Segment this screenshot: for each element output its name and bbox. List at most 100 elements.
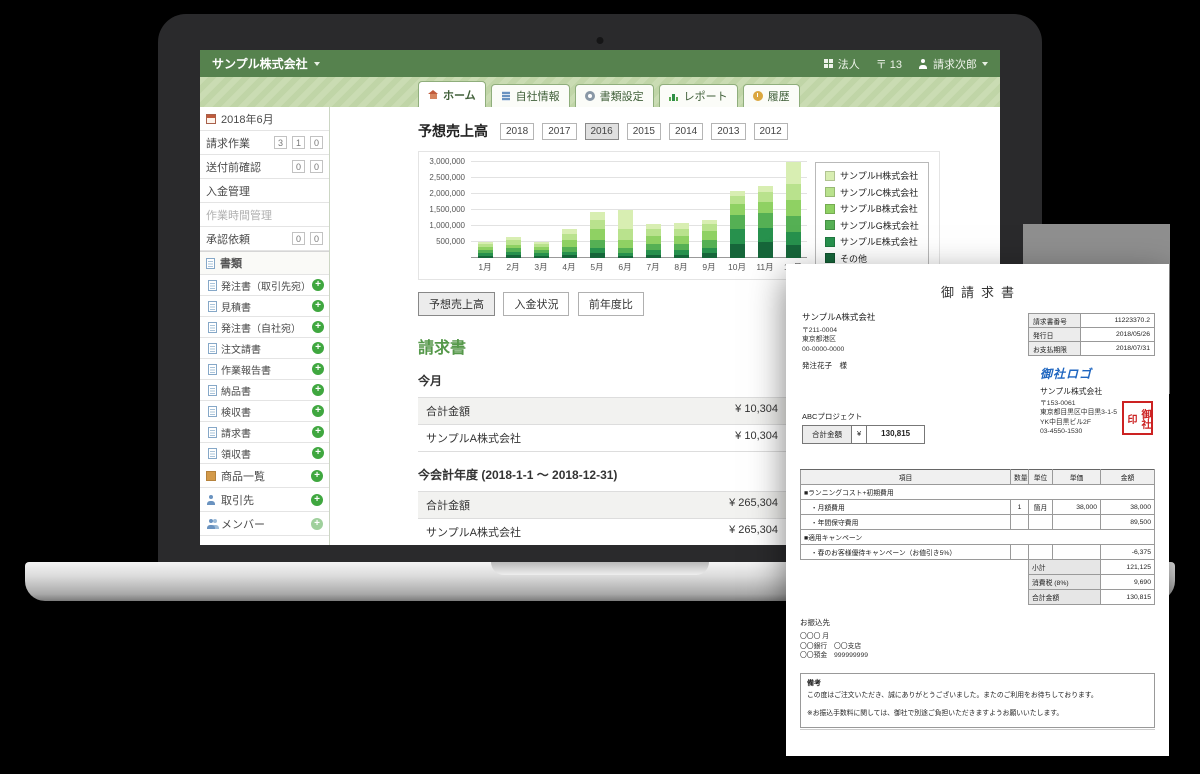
invoice-meta-table: 請求書番号 11223370.2 発行日 2018/05/26 お支払期限 20…: [1028, 313, 1155, 356]
sidebar-item-clients[interactable]: 取引先 +: [200, 488, 329, 512]
sidebar-doc-item[interactable]: 領収書 +: [200, 443, 329, 464]
count-badge: 0: [292, 232, 305, 245]
company-menu[interactable]: サンプル株式会社: [212, 55, 320, 72]
sidebar-doc-item[interactable]: 発注書（自社宛） +: [200, 317, 329, 338]
issuer-postal: 〒153-0061: [1040, 399, 1117, 409]
tab-bar: ホーム 自社情報 書類設定 レポート 履歴: [200, 77, 1000, 107]
add-icon[interactable]: +: [312, 405, 324, 417]
header-menu: 法人 〒 13 請求次郎: [824, 56, 988, 72]
sidebar-month[interactable]: 2018年6月: [200, 107, 329, 131]
year-button-active[interactable]: 2016: [585, 123, 619, 140]
sidebar-doc-item[interactable]: 検収書 +: [200, 401, 329, 422]
task-label: 入金管理: [206, 183, 323, 199]
summary-row: 合計金額 130,815: [801, 590, 1155, 605]
item-name: ■ランニングコスト+初期費用: [801, 485, 1155, 500]
doc-label: 検収書: [221, 404, 308, 419]
sidebar-doc-item[interactable]: 納品書 +: [200, 380, 329, 401]
sidebar-doc-item[interactable]: 見積書 +: [200, 296, 329, 317]
chart-plot: [471, 162, 807, 258]
user-icon: [918, 59, 928, 69]
laptop-base-notch: [491, 562, 709, 575]
expected-sales-button[interactable]: 予想売上高: [418, 292, 495, 316]
tab-label: ホーム: [443, 87, 476, 103]
add-icon[interactable]: +: [312, 363, 324, 375]
camera-dot: [597, 37, 604, 44]
bar-3月: [527, 242, 555, 258]
issuer-address: 東京都目黒区中目黒3-1-5: [1040, 408, 1117, 418]
item-name: ・月額費用: [801, 500, 1011, 515]
summary-label: 消費税 (8%): [1029, 575, 1101, 590]
document-icon: [208, 343, 217, 354]
item-label: 取引先: [221, 492, 306, 508]
document-icon: [208, 280, 217, 291]
bar-1月: [471, 242, 499, 258]
invoice-title: 御請求書: [800, 282, 1155, 301]
total-label: 合計金額: [803, 426, 852, 443]
sidebar-item-billing-tasks[interactable]: 請求作業 3 1 0: [200, 131, 329, 155]
sidebar-doc-item[interactable]: 作業報告書 +: [200, 359, 329, 380]
task-label: 送付前確認: [206, 159, 287, 175]
sidebar-doc-item[interactable]: 発注書（取引先宛） +: [200, 275, 329, 296]
tab-history[interactable]: 履歴: [743, 84, 800, 107]
company-logo: 御社ロゴ: [1040, 365, 1092, 382]
add-icon[interactable]: +: [312, 279, 324, 291]
sidebar-doc-item[interactable]: 請求書 +: [200, 422, 329, 443]
year-button[interactable]: 2018: [500, 123, 534, 140]
recipient-address: 東京都港区: [802, 335, 875, 345]
chart-x-axis: 1月2月3月4月5月6月7月8月9月10月11月12月: [471, 258, 807, 273]
year-button[interactable]: 2015: [627, 123, 661, 140]
bank-line: 〇〇銀行 〇〇支店: [800, 642, 1155, 652]
item-name: ■適用キャンペーン: [801, 530, 1155, 545]
add-icon[interactable]: +: [312, 321, 324, 333]
items-col-header: 単価: [1053, 470, 1101, 485]
add-icon[interactable]: +: [312, 384, 324, 396]
document-icon: [208, 322, 217, 333]
postal-label: 〒 13: [876, 56, 902, 72]
bar-4月: [555, 229, 583, 258]
doc-label: 領収書: [221, 446, 308, 461]
postal-menu-item[interactable]: 〒 13: [876, 56, 902, 72]
add-icon[interactable]: +: [312, 300, 324, 312]
year-button[interactable]: 2013: [711, 123, 745, 140]
invoice-footer-rule: [800, 729, 1155, 730]
tab-home[interactable]: ホーム: [418, 81, 486, 107]
chart-header-row: 予想売上高 2018 2017 2016 2015 2014 2013 2012: [418, 121, 1000, 141]
corporate-menu-item[interactable]: 法人: [824, 56, 860, 72]
count-badge: 0: [310, 136, 323, 149]
bar-6月: [611, 210, 639, 258]
tab-company-info[interactable]: 自社情報: [491, 84, 570, 107]
add-icon[interactable]: +: [312, 426, 324, 438]
tab-report[interactable]: レポート: [659, 84, 738, 107]
tab-document-settings[interactable]: 書類設定: [575, 84, 654, 107]
sidebar-item-products[interactable]: 商品一覧 +: [200, 464, 329, 488]
add-icon[interactable]: +: [311, 494, 323, 506]
add-icon[interactable]: +: [312, 342, 324, 354]
grid-icon: [824, 59, 833, 68]
sidebar: 2018年6月 請求作業 3 1 0 送付前確認 0 0 入金管理 作業時間管理…: [200, 107, 330, 545]
item-label: メンバー: [221, 516, 306, 532]
legend-item: サンプルE株式会社: [825, 235, 919, 248]
user-menu[interactable]: 請求次郎: [918, 56, 988, 72]
sidebar-item-payment-management[interactable]: 入金管理: [200, 179, 329, 203]
meta-label: お支払期限: [1029, 342, 1081, 356]
sidebar-item-members[interactable]: メンバー +: [200, 512, 329, 536]
item-name: ・春のお客様優待キャンペーン（お値引き5%）: [801, 545, 1011, 560]
sidebar-item-pre-send-check[interactable]: 送付前確認 0 0: [200, 155, 329, 179]
bank-line: 〇〇〇 月: [800, 632, 1155, 642]
sidebar-item-approval-request[interactable]: 承認依頼 0 0: [200, 227, 329, 251]
year-over-year-button[interactable]: 前年度比: [578, 292, 644, 316]
table-row: サンプルA株式会社 ¥ 265,304: [418, 519, 786, 545]
sidebar-doc-item[interactable]: 注文請書 +: [200, 338, 329, 359]
payment-status-button[interactable]: 入金状況: [503, 292, 569, 316]
note-line: この度はご注文いただき、誠にありがとうございました。またのご利用をお待ちしており…: [807, 691, 1148, 701]
tab-label: 自社情報: [516, 88, 560, 104]
doc-label: 発注書（取引先宛）: [221, 278, 308, 293]
year-button[interactable]: 2014: [669, 123, 703, 140]
year-button[interactable]: 2017: [542, 123, 576, 140]
legend-item: サンプルB株式会社: [825, 202, 919, 215]
section-label: 書類: [220, 255, 242, 271]
add-icon[interactable]: +: [311, 470, 323, 482]
year-button[interactable]: 2012: [754, 123, 788, 140]
add-icon[interactable]: +: [311, 518, 323, 530]
add-icon[interactable]: +: [312, 447, 324, 459]
